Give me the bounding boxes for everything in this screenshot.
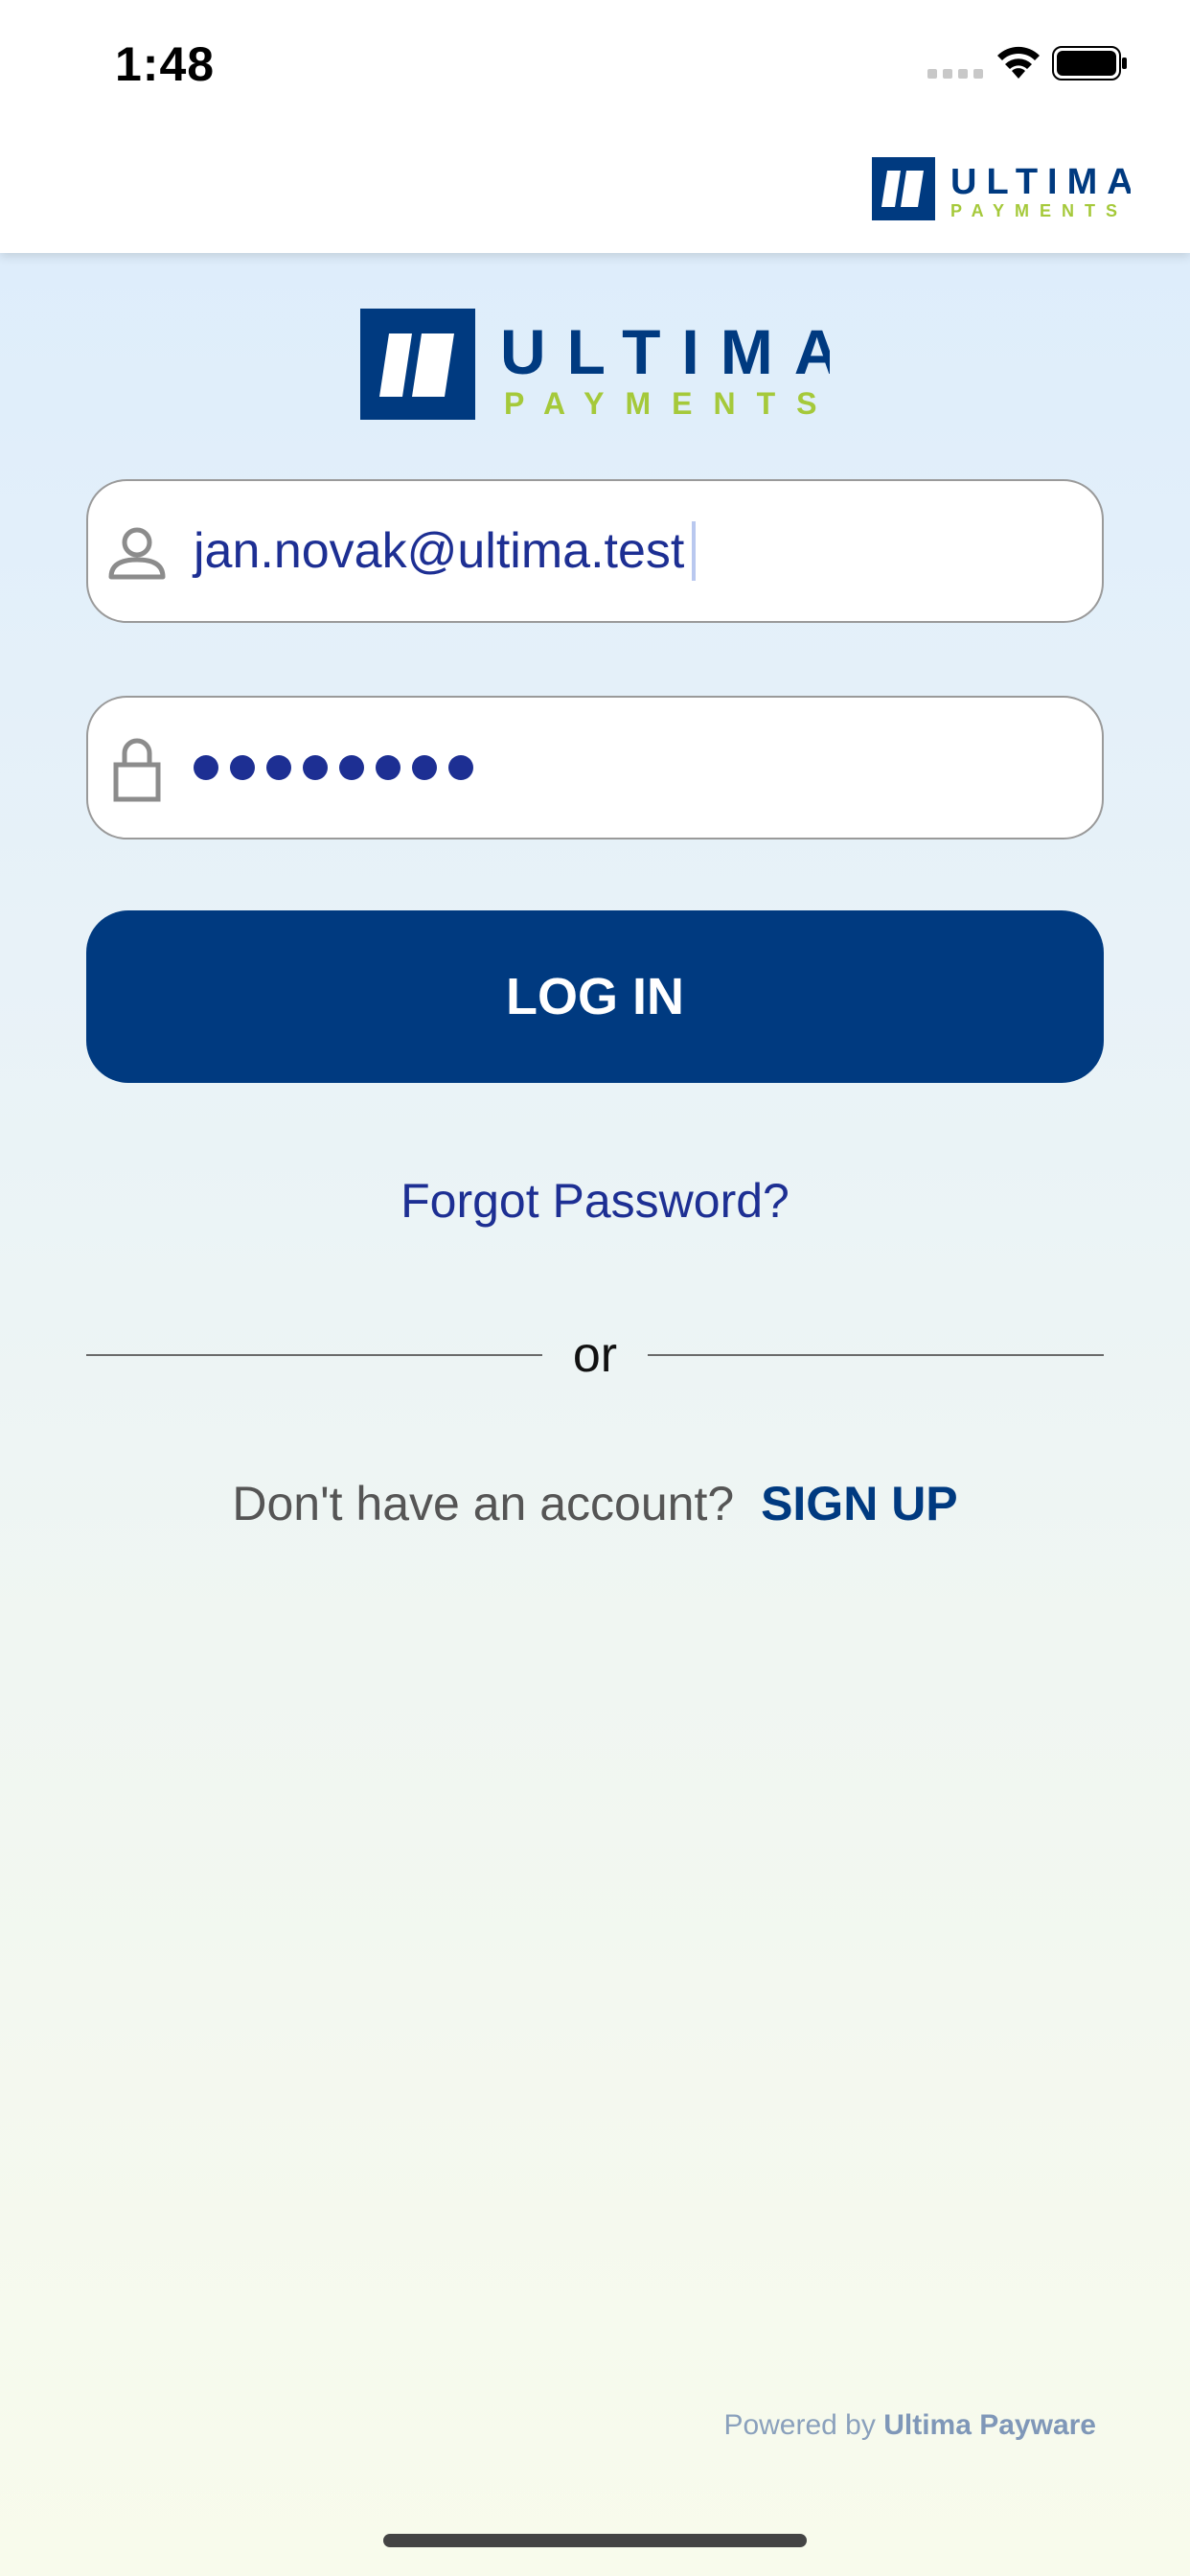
- battery-icon: [1052, 46, 1127, 80]
- top-bar: 1:48 ULTIMA PAYMENTS: [0, 0, 1190, 253]
- email-field[interactable]: jan.novak@ultima.test: [86, 479, 1104, 623]
- powered-brand: Ultima Payware: [883, 2409, 1096, 2441]
- powered-prefix: Powered by: [723, 2409, 876, 2441]
- or-divider: or: [86, 1326, 1104, 1384]
- email-value: jan.novak@ultima.test: [194, 523, 685, 579]
- signup-row: Don't have an account? SIGN UP: [0, 1476, 1190, 1531]
- lock-icon: [113, 738, 161, 802]
- text-caret: [692, 521, 697, 581]
- header-logo: ULTIMA PAYMENTS: [872, 157, 1133, 225]
- ultima-logo-icon: ULTIMA PAYMENTS: [360, 309, 839, 421]
- email-input[interactable]: jan.novak@ultima.test: [194, 481, 697, 621]
- signal-icon: [927, 69, 983, 79]
- password-mask: [194, 755, 473, 780]
- login-screen: ULTIMA PAYMENTS jan.novak@ultima.test LO…: [0, 253, 1190, 2576]
- header-logo-subword: PAYMENTS: [950, 201, 1128, 220]
- main-logo-word: ULTIMA: [500, 316, 830, 387]
- signup-prompt: Don't have an account?: [232, 1477, 735, 1530]
- header-logo-word: ULTIMA: [950, 162, 1131, 202]
- divider-line-right: [648, 1354, 1104, 1356]
- wifi-icon: [997, 46, 1040, 79]
- main-logo: ULTIMA PAYMENTS: [360, 309, 839, 428]
- status-time: 1:48: [115, 37, 216, 91]
- login-button[interactable]: LOG IN: [86, 910, 1104, 1083]
- person-icon: [108, 527, 166, 580]
- powered-by: Powered by Ultima Payware: [723, 2409, 1096, 2442]
- main-logo-subword: PAYMENTS: [504, 386, 830, 421]
- signup-link[interactable]: SIGN UP: [761, 1477, 958, 1530]
- ultima-logo-icon: ULTIMA PAYMENTS: [872, 157, 1133, 220]
- password-field[interactable]: [86, 696, 1104, 840]
- forgot-password-link[interactable]: Forgot Password?: [0, 1173, 1190, 1229]
- home-indicator[interactable]: [383, 2534, 807, 2547]
- password-input[interactable]: [194, 698, 473, 838]
